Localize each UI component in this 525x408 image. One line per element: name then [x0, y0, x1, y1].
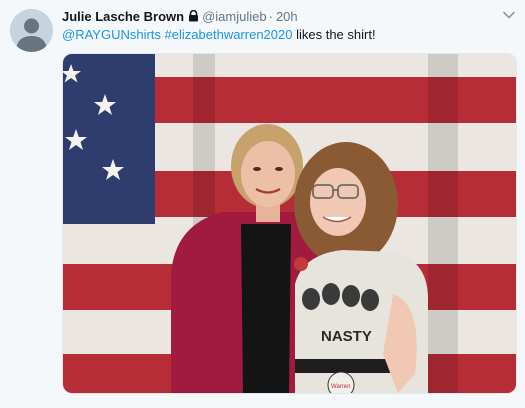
mention-link[interactable]: @RAYGUNshirts [62, 27, 161, 42]
chevron-down-icon[interactable] [502, 8, 516, 22]
tweet[interactable]: Julie Lasche Brown @iamjulieb · 20h @RAY… [0, 0, 525, 408]
separator-dot: · [268, 8, 273, 24]
author-handle[interactable]: @iamjulieb [202, 9, 267, 24]
author-avatar[interactable] [10, 9, 53, 52]
tweet-text: @RAYGUNshirts #elizabethwarren2020 likes… [62, 27, 376, 42]
shirt-text: NASTY [321, 328, 372, 345]
tweet-photo[interactable]: NASTY Warren [62, 53, 517, 394]
button-text: Warren [331, 384, 350, 390]
photo-image: NASTY Warren [63, 54, 516, 393]
hashtag-link[interactable]: #elizabethwarren2020 [165, 27, 293, 42]
tweet-header: Julie Lasche Brown @iamjulieb · 20h [62, 7, 298, 25]
timestamp[interactable]: 20h [276, 9, 298, 24]
tweet-body: likes the shirt! [292, 27, 376, 42]
lock-icon [189, 10, 199, 22]
default-profile-icon [10, 9, 53, 52]
author-name[interactable]: Julie Lasche Brown [62, 9, 184, 24]
